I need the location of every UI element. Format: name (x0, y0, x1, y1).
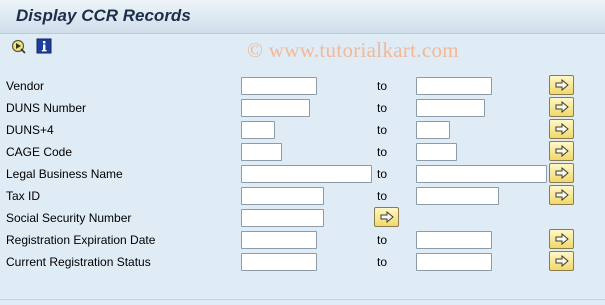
to-label: to (377, 123, 388, 137)
tax-id-to-input[interactable] (416, 187, 499, 205)
cage-code-to-input[interactable] (416, 143, 457, 161)
current-registration-status-multiple-selection-button[interactable] (549, 251, 574, 271)
duns-plus-4-to-input[interactable] (416, 121, 450, 139)
to-label: to (377, 101, 388, 115)
social-security-number-input[interactable] (241, 209, 324, 227)
watermark-text: © www.tutorialkart.com (247, 38, 459, 62)
title-bar: Display CCR Records (0, 0, 605, 34)
arrow-right-icon (380, 211, 394, 223)
tax-id-multiple-selection-button[interactable] (549, 185, 574, 205)
status-bar (0, 299, 605, 305)
field-label-duns-number: DUNS Number (6, 101, 87, 115)
execute-icon[interactable] (11, 38, 27, 54)
to-label: to (377, 79, 388, 93)
to-label: to (377, 255, 388, 269)
registration-expiration-date-from-input[interactable] (241, 231, 317, 249)
vendor-to-input[interactable] (416, 77, 492, 95)
field-label-social-security-number: Social Security Number (6, 211, 132, 225)
duns-number-from-input[interactable] (241, 99, 310, 117)
arrow-right-icon (555, 145, 569, 157)
arrow-right-icon (555, 79, 569, 91)
field-label-tax-id: Tax ID (6, 189, 41, 203)
field-label-duns-plus-4: DUNS+4 (6, 123, 54, 137)
to-label: to (377, 167, 388, 181)
page-title: Display CCR Records (16, 6, 191, 25)
to-label: to (377, 145, 388, 159)
arrow-right-icon (555, 233, 569, 245)
duns-plus-4-multiple-selection-button[interactable] (549, 119, 574, 139)
field-label-vendor: Vendor (6, 79, 45, 93)
duns-plus-4-from-input[interactable] (241, 121, 275, 139)
arrow-right-icon (555, 123, 569, 135)
legal-business-name-to-input[interactable] (416, 165, 547, 183)
arrow-right-icon (555, 189, 569, 201)
cage-code-multiple-selection-button[interactable] (549, 141, 574, 161)
vendor-from-input[interactable] (241, 77, 317, 95)
info-icon[interactable] (36, 38, 52, 54)
current-registration-status-from-input[interactable] (241, 253, 317, 271)
legal-business-name-from-input[interactable] (241, 165, 372, 183)
legal-business-name-multiple-selection-button[interactable] (549, 163, 574, 183)
cage-code-from-input[interactable] (241, 143, 282, 161)
social-security-number-multiple-selection-button[interactable] (374, 207, 399, 227)
tax-id-from-input[interactable] (241, 187, 324, 205)
field-label-legal-business-name: Legal Business Name (6, 167, 123, 181)
arrow-right-icon (555, 167, 569, 179)
duns-number-to-input[interactable] (416, 99, 485, 117)
current-registration-status-to-input[interactable] (416, 253, 492, 271)
registration-expiration-date-multiple-selection-button[interactable] (549, 229, 574, 249)
field-label-cage-code: CAGE Code (6, 145, 73, 159)
to-label: to (377, 189, 388, 203)
arrow-right-icon (555, 255, 569, 267)
duns-number-multiple-selection-button[interactable] (549, 97, 574, 117)
field-label-registration-expiration-date: Registration Expiration Date (6, 233, 156, 247)
to-label: to (377, 233, 388, 247)
arrow-right-icon (555, 101, 569, 113)
vendor-multiple-selection-button[interactable] (549, 75, 574, 95)
field-label-current-registration-status: Current Registration Status (6, 255, 151, 269)
registration-expiration-date-to-input[interactable] (416, 231, 492, 249)
